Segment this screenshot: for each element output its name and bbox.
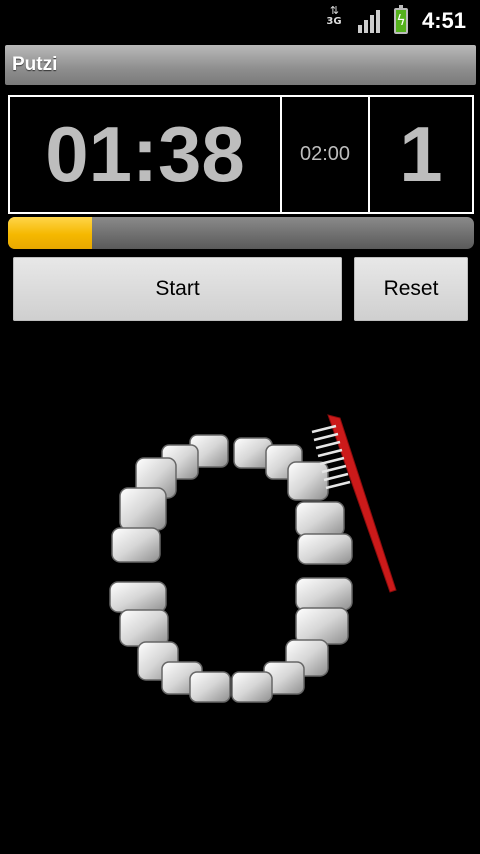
- timer-display: 01:38 02:00 1: [8, 95, 474, 214]
- app-title-bar: Putzi: [5, 45, 476, 85]
- reset-button[interactable]: Reset: [354, 257, 468, 321]
- network-label: 3G: [326, 16, 342, 27]
- teeth-illustration-svg: [109, 414, 397, 703]
- status-clock: 4:51: [421, 8, 466, 33]
- tooth: [297, 533, 353, 565]
- tooth: [109, 581, 167, 613]
- tooth: [295, 577, 353, 611]
- tooth: [295, 501, 345, 537]
- round-count: 1: [399, 110, 443, 198]
- tooth: [111, 527, 161, 563]
- tooth: [119, 609, 169, 647]
- teeth-toothbrush-illustration: [100, 410, 410, 710]
- elapsed-time: 01:38: [10, 97, 282, 212]
- tooth: [189, 671, 231, 703]
- tooth: [287, 461, 329, 501]
- data-3g-icon: ⇅ 3G: [324, 5, 344, 36]
- tooth: [231, 671, 273, 703]
- progress-fill: [8, 217, 92, 249]
- brushing-progress-bar: [8, 217, 474, 249]
- signal-strength-icon: [357, 9, 380, 33]
- tooth: [295, 607, 349, 645]
- total-time: 02:00: [282, 97, 370, 212]
- status-bar: ⇅ 3G ϟ 4:51: [0, 0, 480, 42]
- start-button[interactable]: Start: [13, 257, 342, 321]
- status-icons: ⇅ 3G ϟ 4:51: [324, 0, 466, 42]
- app-title: Putzi: [12, 54, 58, 75]
- battery-charging-icon: ϟ: [393, 5, 408, 34]
- tooth: [119, 487, 167, 531]
